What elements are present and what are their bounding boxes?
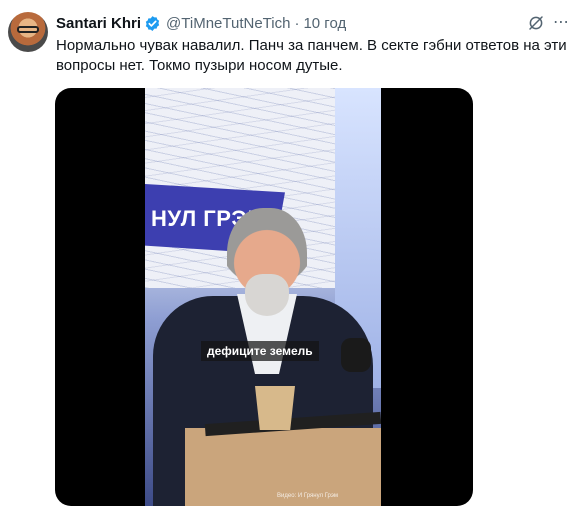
video-watermark: Видео: И Грянул Грэм — [277, 493, 339, 499]
avatar-glasses — [17, 26, 39, 33]
author-handle[interactable]: @TiMneTutNeTich — [166, 15, 290, 32]
coffee-cup — [255, 386, 295, 430]
author-display-name[interactable]: Santari Khri — [56, 15, 141, 32]
verified-badge-icon — [145, 15, 160, 31]
more-icon[interactable]: ⋯ — [551, 14, 571, 32]
tweet-header: Santari Khri @TiMneTutNeTich · 10 год — [56, 13, 346, 33]
tweet-timestamp[interactable]: 10 год — [303, 15, 346, 32]
avatar[interactable] — [8, 12, 48, 52]
microphone — [341, 338, 371, 372]
separator-dot: · — [294, 14, 300, 32]
grok-icon[interactable] — [527, 14, 545, 32]
tweet: Santari Khri @TiMneTutNeTich · 10 год ⋯ … — [0, 0, 579, 512]
video-caption: дефиците земель — [201, 341, 319, 361]
tweet-media[interactable]: НУЛ ГРЭМ дефиците земель Видео: И Грянул… — [55, 88, 473, 506]
video-frame[interactable]: НУЛ ГРЭМ дефиците земель Видео: И Грянул… — [145, 88, 381, 506]
person-beard — [245, 274, 289, 316]
tweet-text: Нормально чувак навалил. Панч за панчем.… — [56, 37, 567, 74]
